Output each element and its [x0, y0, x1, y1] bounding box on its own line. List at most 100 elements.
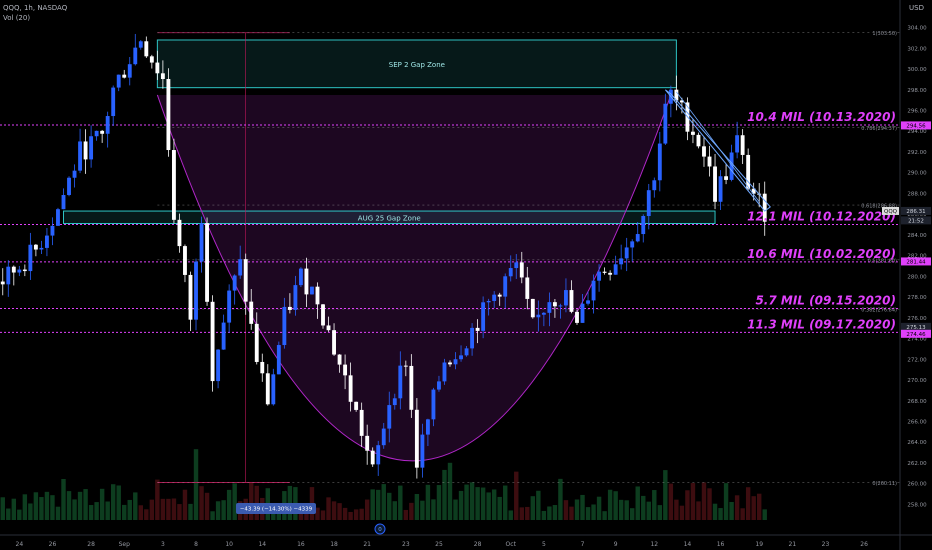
- candle-body: [740, 135, 745, 155]
- fib-level-label: 0.382(276.84): [861, 308, 897, 314]
- price-tick-label: 302.00: [907, 46, 927, 52]
- volume-bar: [249, 482, 254, 520]
- symbol-line: QQQ, 1h, NASDAQ: [3, 4, 68, 12]
- volume-bar: [409, 502, 414, 520]
- candle-body: [597, 271, 602, 281]
- volume-bar: [287, 485, 293, 520]
- candle-body: [133, 47, 138, 65]
- price-tick-label: 290.00: [907, 171, 927, 177]
- candle-body: [144, 41, 149, 57]
- axis-price-text: 21:52: [908, 219, 924, 225]
- candle-body: [199, 223, 204, 262]
- candle-body: [243, 259, 248, 302]
- price-tick-label: 270.00: [907, 378, 927, 384]
- candle-body: [492, 294, 497, 301]
- candle-body: [503, 276, 508, 297]
- candle-body: [387, 405, 392, 429]
- volume-bar: [11, 498, 17, 520]
- volume-bar: [756, 493, 762, 520]
- price-tick-label: 292.00: [907, 150, 927, 156]
- volume-bar: [105, 501, 110, 520]
- volume-callout-label: 10.4 MIL (10.13.2020): [747, 110, 896, 124]
- gap-zone: AUG 25 Gap Zone: [62, 210, 716, 224]
- candle-body: [475, 327, 480, 331]
- volume-bar: [569, 506, 574, 520]
- price-tick-label: 288.00: [907, 191, 927, 197]
- volume-bar: [547, 506, 552, 520]
- volume-bar: [254, 485, 259, 520]
- time-tick-label: 3: [161, 541, 165, 548]
- volume-bar: [552, 505, 558, 520]
- candle-body: [514, 262, 519, 269]
- volume-bar: [453, 499, 458, 520]
- volume-bar: [442, 469, 447, 520]
- volume-bar: [359, 508, 364, 520]
- volume-bar: [541, 510, 547, 520]
- price-tick-label: 262.00: [907, 461, 927, 467]
- candle-body: [183, 246, 187, 275]
- time-tick-label: 21: [789, 541, 797, 548]
- volume-bar: [685, 490, 690, 520]
- volume-bar: [762, 509, 767, 520]
- volume-indicator-line: Vol (20): [3, 14, 31, 22]
- volume-bar: [486, 492, 491, 520]
- volume-bar: [353, 509, 359, 520]
- volume-bar: [83, 489, 88, 520]
- price-chart[interactable]: SEP 2 Gap Zone AUG 25 Gap Zone 1(303.50) 0.…: [0, 0, 932, 550]
- measure-badge-text: −43.39 (−14.30%) −4339: [240, 507, 313, 513]
- candle-body: [663, 103, 668, 144]
- candle-body: [155, 62, 160, 74]
- candle-body: [343, 364, 348, 376]
- time-tick-label: 18: [330, 541, 338, 548]
- volume-bar: [116, 485, 121, 520]
- candle-body: [646, 190, 651, 217]
- candle-body: [210, 301, 215, 382]
- volume-bar: [337, 503, 342, 520]
- axis-price-label: 21:52: [901, 216, 931, 225]
- volume-bar: [398, 485, 403, 520]
- price-tick-label: 258.00: [907, 502, 927, 508]
- candle-body: [470, 327, 475, 349]
- currency-label: USD: [909, 4, 924, 12]
- time-tick-label: 19: [755, 541, 763, 548]
- volume-bar: [6, 508, 11, 520]
- candle-body: [398, 365, 403, 399]
- candle-body: [171, 150, 176, 220]
- candle-body: [205, 223, 209, 302]
- time-tick-label: 23: [402, 541, 410, 548]
- volume-bar: [701, 482, 707, 520]
- gap-zone: SEP 2 Gap Zone: [156, 39, 677, 89]
- volume-bar: [480, 487, 486, 520]
- volume-bar: [712, 503, 718, 520]
- volume-callout-label: 5.7 MIL (09.15.2020): [755, 294, 896, 308]
- candle-body: [321, 304, 325, 326]
- candle-body: [298, 268, 303, 286]
- price-tick-label: 264.00: [907, 440, 927, 446]
- candle-body: [437, 381, 441, 390]
- volume-bar: [607, 489, 613, 520]
- candle-body: [127, 64, 132, 78]
- time-tick-label: 28: [87, 541, 95, 548]
- candle-body: [238, 259, 243, 276]
- candle-body: [194, 261, 198, 320]
- volume-bar: [624, 500, 629, 520]
- candle-body: [381, 428, 386, 446]
- volume-bar: [155, 479, 160, 520]
- time-tick-label: 23: [822, 541, 830, 548]
- time-axis: 24 26 28 Sep 3 8 10 14 16 18 21 23 25 28 Oct 5 7 9 12 14 16 1…: [16, 541, 869, 548]
- volume-bar: [574, 499, 580, 520]
- candle-body: [713, 166, 717, 202]
- candle-body: [33, 244, 38, 250]
- candle-body: [67, 177, 71, 196]
- volume-bar: [436, 485, 442, 520]
- candle-body: [541, 312, 546, 315]
- candle-body: [602, 271, 607, 273]
- volume-bar: [563, 500, 569, 520]
- volume-bar: [50, 495, 55, 520]
- candle-body: [332, 330, 336, 355]
- volume-bar: [133, 492, 138, 520]
- volume-bar: [110, 484, 116, 520]
- candle-body: [442, 362, 447, 382]
- volume-bar: [613, 491, 618, 520]
- candle-body: [481, 302, 486, 331]
